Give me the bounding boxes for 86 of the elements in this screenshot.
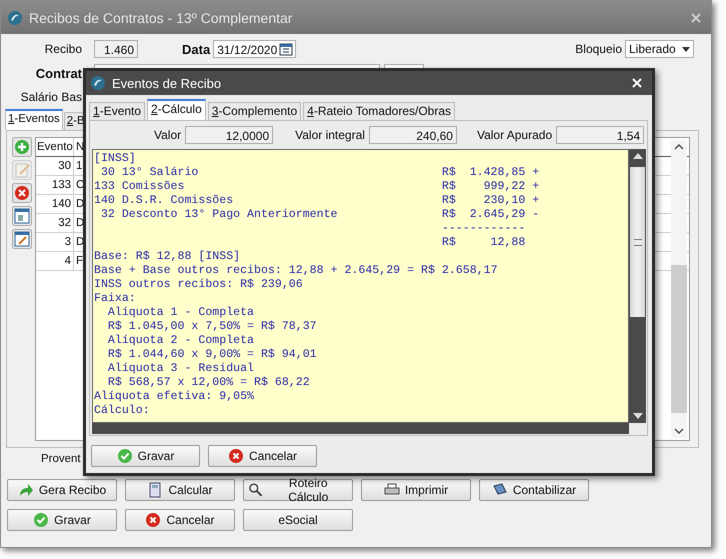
memo-line: INSS outros recibos: R$ 239,06 — [94, 278, 303, 291]
entry-amount: R$ 12,88 — [442, 236, 526, 249]
entry-amount: R$ 2.645,29 - — [442, 208, 540, 221]
tab[interactable]: 1-Evento — [89, 102, 146, 120]
field-label: Recibo — [44, 42, 82, 56]
memo-line: R$ 568,57 x 12,00% = R$ 68,22 — [106, 376, 310, 389]
action-button[interactable]: Calcular — [125, 479, 235, 501]
entry-label: 140 D.S.R. Comissões — [94, 194, 234, 208]
field-label: Contrat — [34, 66, 82, 80]
memo-line: Cálculo: — [94, 404, 150, 417]
table-cell: 30 — [36, 157, 74, 175]
field-label: Provent — [41, 453, 81, 465]
table-cell-text: 1 — [75, 159, 82, 174]
check-icon — [116, 448, 133, 464]
entry-amount: ------------ — [442, 222, 526, 235]
memo-line: Alíquota efetiva: 9,05% — [94, 390, 254, 403]
action-button[interactable]: Contabilizar — [479, 479, 589, 501]
forward-arrow-icon — [18, 482, 34, 498]
entry-amount: R$ 999,22 + — [442, 180, 540, 193]
add-icon[interactable] — [12, 137, 32, 157]
memo-line: [INSS] — [94, 152, 136, 165]
app-logo-icon — [90, 75, 106, 91]
receipt-field[interactable]: 1.460 — [94, 40, 138, 58]
scroll-down-icon[interactable] — [632, 413, 642, 419]
memo-line: Base + Base outros recibos: 12,88 + 2.645,29 = R$ 2.658,17 — [94, 264, 498, 277]
table-cell-text: F — [75, 254, 84, 269]
scrollbar[interactable] — [629, 149, 646, 423]
calculator-icon — [147, 482, 164, 498]
value-field[interactable]: 240,60 — [368, 126, 457, 144]
window-edit-icon[interactable] — [12, 229, 32, 249]
tab[interactable]: 3-Complemento — [208, 102, 302, 120]
delete-icon[interactable] — [12, 183, 32, 203]
scrollbar[interactable] — [671, 140, 687, 438]
entry-label: 30 13° Salário — [100, 166, 200, 180]
table-cell: 4 — [36, 252, 74, 270]
table-cell: 140 — [36, 195, 74, 213]
tab[interactable]: 2-Cálculo — [147, 99, 206, 120]
caret-icon — [682, 46, 690, 52]
cancel-icon — [228, 448, 244, 464]
field-label: Valor — [154, 128, 182, 142]
save-button[interactable]: Gravar — [91, 445, 200, 467]
scroll-down-icon[interactable] — [674, 428, 684, 434]
memo-line: R$ 1.045,00 x 7,50% = R$ 78,37 — [106, 320, 317, 333]
memo-line: Base: R$ 12,88 [INSS] — [94, 250, 240, 263]
memo-line: Alíquota 1 - Completa — [106, 306, 254, 319]
entry-amount: R$ 1.428,85 + — [442, 166, 540, 179]
cancel-button[interactable]: Cancelar — [125, 509, 235, 531]
magnifier-icon — [248, 482, 264, 498]
memo-line: Faixa: — [94, 292, 136, 305]
field-label: Bloqueio — [575, 42, 622, 56]
window-icon[interactable] — [12, 206, 32, 226]
esocial-button[interactable]: eSocial — [243, 509, 353, 531]
action-button[interactable]: Imprimir — [361, 479, 471, 501]
table-cell: 3 — [36, 233, 74, 251]
value-field[interactable]: 1,54 — [556, 126, 644, 144]
field-label: Valor integral — [295, 128, 365, 142]
entry-label: 32 Desconto 13° Pago Anteriormente — [100, 208, 339, 222]
scrollbar[interactable] — [92, 423, 629, 434]
value-field[interactable]: 12,0000 — [185, 126, 274, 144]
memo-line: R$ 1.044,60 x 9,00% = R$ 94,01 — [106, 348, 317, 361]
app-logo-icon — [7, 10, 23, 26]
window-title: Eventos de Recibo — [112, 76, 222, 90]
check-icon — [33, 512, 50, 528]
status-dropdown[interactable]: Liberado — [625, 40, 694, 58]
table-cell: 32 — [36, 214, 74, 232]
save-button[interactable]: Gravar — [7, 509, 117, 531]
window-title: Recibos de Contratos - 13º Complementar — [29, 10, 294, 26]
field-label: Data — [182, 42, 210, 56]
field-label: Valor Apurado — [476, 128, 552, 142]
scroll-up-icon[interactable] — [632, 153, 642, 159]
action-button[interactable]: Roteiro Cálculo — [243, 479, 353, 501]
entry-amount: R$ 230,10 + — [442, 194, 540, 207]
cancel-icon — [145, 512, 162, 528]
entry-label: 133 Comissões — [94, 180, 186, 194]
scrollbar-thumb[interactable] — [630, 167, 645, 317]
calculation-memo[interactable] — [92, 149, 629, 423]
cancel-button[interactable]: Cancelar — [208, 445, 317, 467]
memo-line: Alíquota 2 - Completa — [106, 334, 254, 347]
field-label: Salário Bas — [20, 90, 82, 104]
tab[interactable]: 4-Rateio Tomadores/Obras — [303, 102, 456, 120]
action-button[interactable]: Gera Recibo — [7, 479, 117, 501]
scroll-up-icon[interactable] — [674, 144, 684, 150]
memo-line: Alíquota 3 - Residual — [106, 362, 254, 375]
tab[interactable]: 1-Eventos — [5, 109, 63, 130]
column-header: Evento — [36, 138, 74, 156]
table-cell: 133 — [36, 176, 74, 194]
